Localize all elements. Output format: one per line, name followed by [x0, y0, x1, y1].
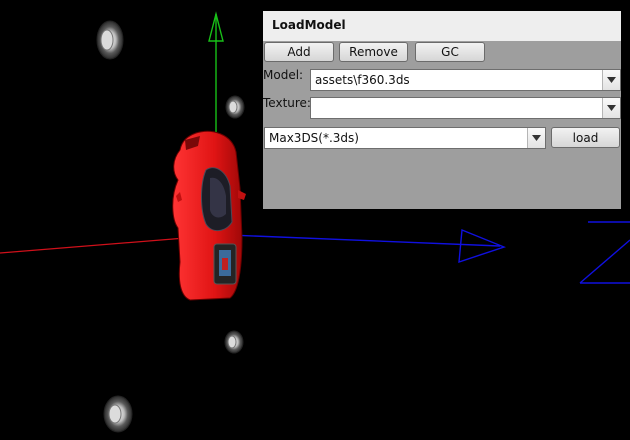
model-label: Model:	[263, 68, 304, 82]
wheel-icon[interactable]	[96, 20, 124, 60]
z-axis	[204, 221, 630, 284]
chevron-down-icon[interactable]	[527, 128, 545, 148]
texture-label: Texture:	[263, 96, 311, 110]
format-select-value: Max3DS(*.3ds)	[269, 131, 359, 145]
model-combo-value: assets\f360.3ds	[315, 73, 410, 87]
format-select[interactable]: Max3DS(*.3ds)	[264, 127, 546, 149]
wheel-icon[interactable]	[103, 395, 133, 433]
add-button[interactable]: Add	[264, 42, 334, 62]
texture-combo[interactable]	[310, 97, 621, 119]
panel-title[interactable]: LoadModel	[263, 11, 621, 41]
wheel-icon[interactable]	[225, 95, 245, 119]
load-button[interactable]: load	[551, 127, 620, 148]
gc-button[interactable]: GC	[415, 42, 485, 62]
model-combo[interactable]: assets\f360.3ds	[310, 69, 621, 91]
chevron-down-icon[interactable]	[602, 70, 620, 90]
chevron-down-icon[interactable]	[602, 98, 620, 118]
load-model-panel: LoadModel Add Remove GC Model: assets\f3…	[263, 11, 621, 209]
wheel-icon[interactable]	[224, 330, 244, 354]
car-model[interactable]	[172, 130, 246, 301]
remove-button[interactable]: Remove	[339, 42, 408, 62]
